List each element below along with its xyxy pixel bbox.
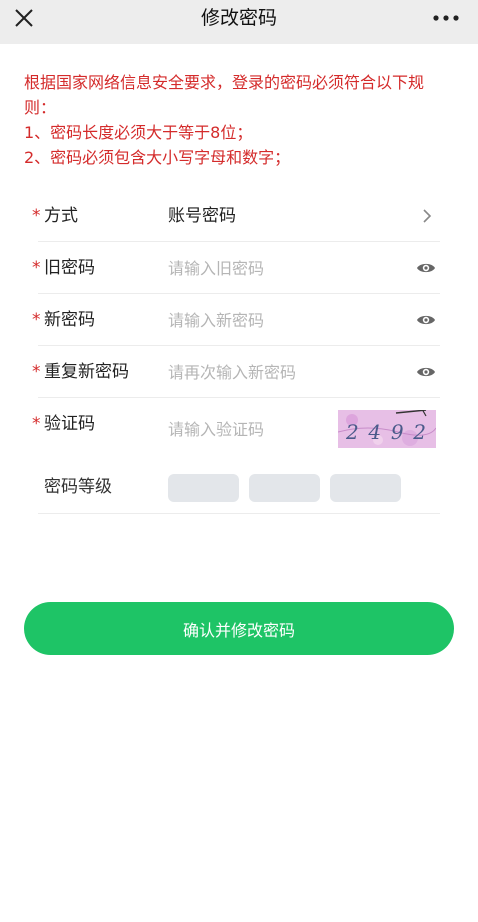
required-mark: *: [32, 206, 41, 226]
navbar: 修改密码: [0, 0, 478, 44]
strength-level-2: [249, 474, 320, 502]
captcha-label: * 验证码: [32, 398, 95, 450]
repeat-password-row: * 重复新密码: [32, 346, 440, 398]
new-password-row: * 新密码: [32, 294, 440, 346]
notice-line: 根据国家网络信息安全要求，登录的密码必须符合以下规则：: [24, 73, 425, 117]
notice-line: 2、密码必须包含大小写字母和数字；: [24, 148, 291, 167]
repeat-password-label: * 重复新密码: [32, 346, 129, 398]
eye-icon[interactable]: [416, 312, 436, 328]
captcha-row: *验证码 2492: [32, 398, 440, 460]
old-password-input[interactable]: [168, 255, 388, 281]
method-row[interactable]: * 方式 账号密码: [32, 190, 440, 242]
chevron-right-icon: [423, 209, 432, 223]
required-mark: *: [32, 362, 41, 382]
notice-line: 1、密码长度必须大于等于8位；: [24, 123, 253, 142]
method-label: * 方式: [32, 190, 78, 242]
confirm-change-password-button[interactable]: 确认并修改密码: [24, 602, 454, 655]
eye-icon[interactable]: [416, 364, 436, 380]
new-password-input[interactable]: [168, 307, 388, 333]
required-mark: *: [32, 414, 41, 434]
strength-label: 密码等级: [44, 477, 112, 497]
more-horizontal-icon[interactable]: [432, 8, 460, 28]
strength-level-1: [168, 474, 239, 502]
required-mark: *: [32, 258, 41, 278]
strength-level-3: [330, 474, 401, 502]
repeat-password-input[interactable]: [168, 359, 388, 385]
old-password-row: * 旧密码: [32, 242, 440, 294]
old-password-label: * 旧密码: [32, 242, 95, 294]
required-mark: *: [32, 310, 41, 330]
captcha-image[interactable]: 2492: [338, 410, 436, 448]
page-title: 修改密码: [200, 7, 277, 29]
new-password-label: * 新密码: [32, 294, 95, 346]
eye-icon[interactable]: [416, 260, 436, 276]
password-rules-notice: 根据国家网络信息安全要求，登录的密码必须符合以下规则： 1、密码长度必须大于等于…: [24, 70, 454, 170]
method-value: 账号密码: [168, 206, 236, 226]
